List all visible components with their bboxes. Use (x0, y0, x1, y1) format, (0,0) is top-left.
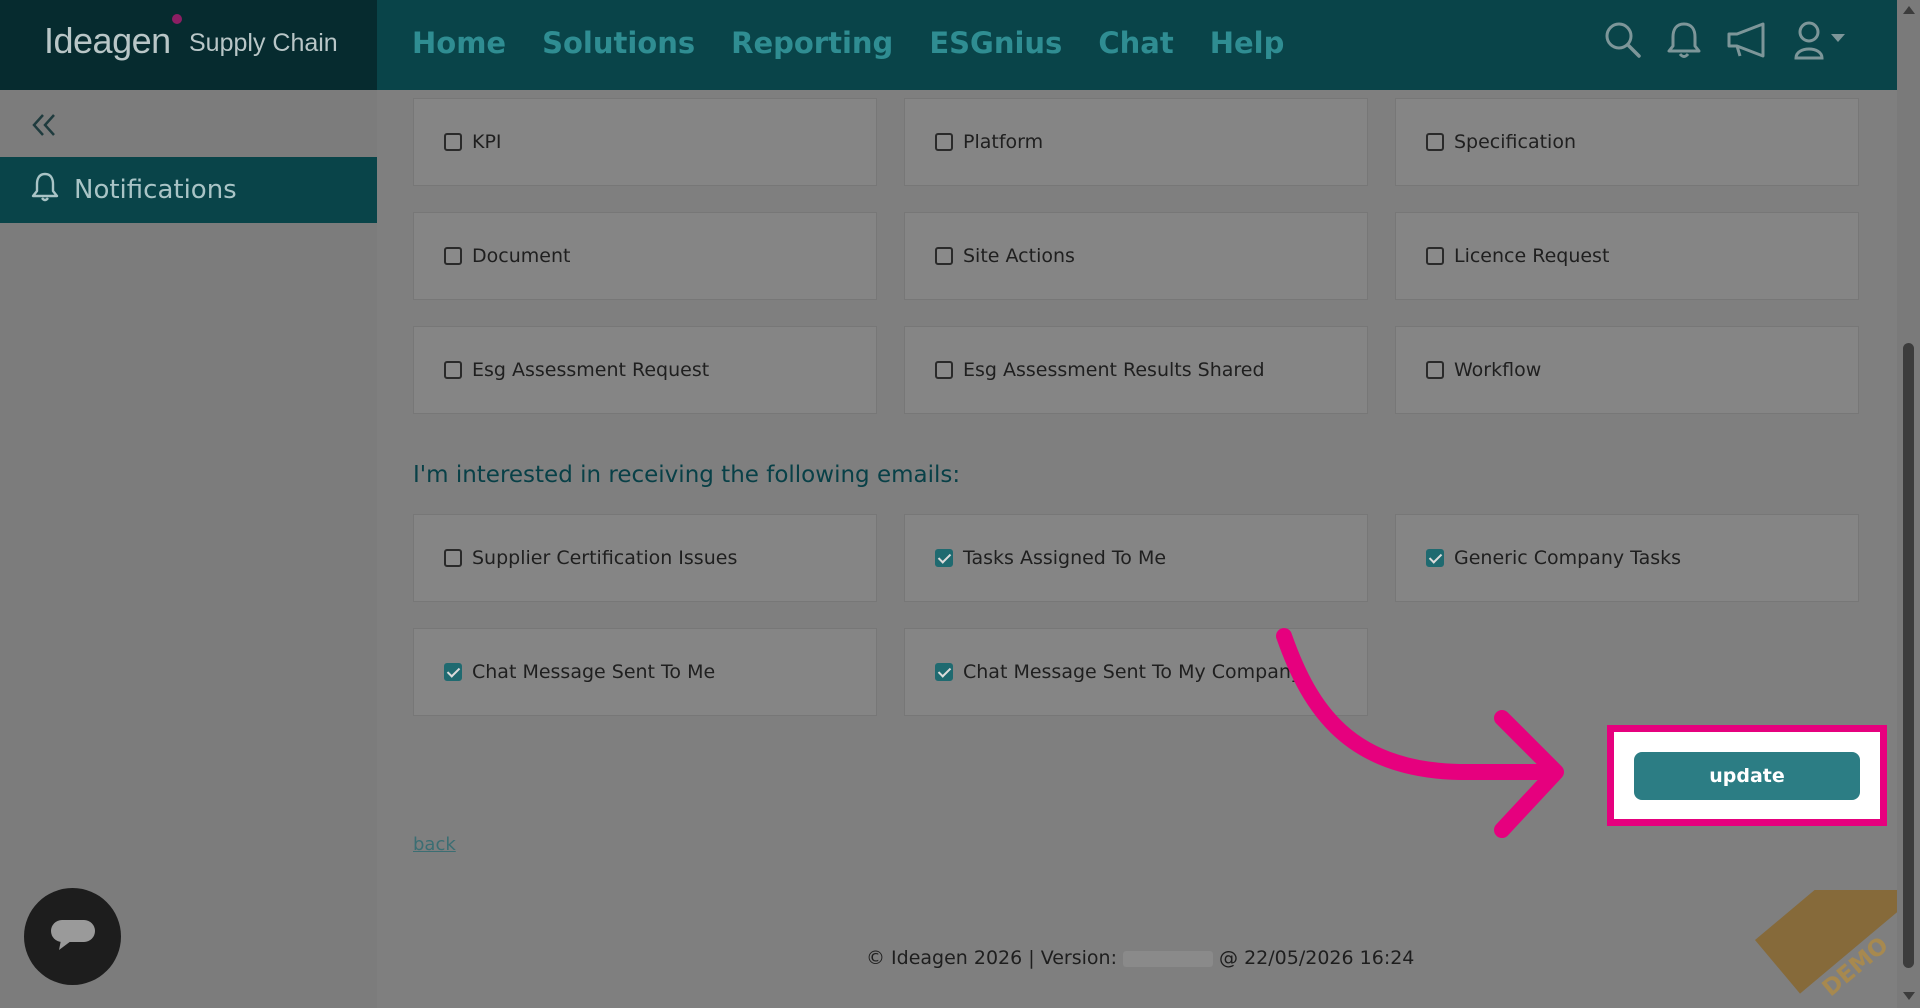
sidebar-item-label: Notifications (74, 175, 237, 205)
checkbox[interactable] (444, 663, 462, 681)
announcements-megaphone-icon[interactable] (1725, 20, 1771, 60)
checkbox-label: Site Actions (963, 245, 1075, 267)
nav-help[interactable]: Help (1210, 26, 1285, 60)
sidebar: Notifications (0, 90, 377, 1008)
checkbox-label: Tasks Assigned To Me (963, 547, 1167, 569)
chat-launcher-button[interactable] (24, 888, 121, 985)
user-menu-icon[interactable] (1793, 20, 1851, 60)
email-option[interactable]: Supplier Certification Issues (413, 514, 877, 602)
checkbox-label: Document (472, 245, 571, 267)
checkbox-label: Esg Assessment Results Shared (963, 359, 1265, 381)
notification-option[interactable]: Document (413, 212, 877, 300)
email-option[interactable]: Tasks Assigned To Me (904, 514, 1368, 602)
checkbox[interactable] (935, 549, 953, 567)
checkbox-label: Supplier Certification Issues (472, 547, 738, 569)
nav-reporting[interactable]: Reporting (731, 26, 893, 60)
notification-option[interactable]: Esg Assessment Results Shared (904, 326, 1368, 414)
nav-esgnius[interactable]: ESGnius (929, 26, 1062, 60)
checkbox-label: Licence Request (1454, 245, 1610, 267)
bell-icon (30, 171, 60, 210)
checkbox-label: Generic Company Tasks (1454, 547, 1682, 569)
nav-solutions[interactable]: Solutions (542, 26, 695, 60)
chat-bubble-icon (49, 918, 97, 956)
checkbox[interactable] (935, 133, 953, 151)
footer-copyright: © Ideagen 2026 | Version: (866, 947, 1124, 969)
sidebar-item-notifications[interactable]: Notifications (0, 157, 377, 223)
checkbox[interactable] (935, 247, 953, 265)
notification-option[interactable]: Site Actions (904, 212, 1368, 300)
annotation-arrow-icon (1276, 628, 1564, 838)
header-icons (1603, 20, 1851, 60)
checkbox[interactable] (1426, 361, 1444, 379)
notification-option[interactable]: Specification (1395, 98, 1859, 186)
checkbox-label: Platform (963, 131, 1044, 153)
checkbox-label: Chat Message Sent To My Company (963, 661, 1303, 683)
demo-watermark: DEMO (1745, 890, 1897, 1008)
checkbox-label: Chat Message Sent To Me (472, 661, 716, 683)
logo-text: Ideagen (44, 20, 171, 61)
checkbox[interactable] (444, 549, 462, 567)
logo-subtitle: Supply Chain (189, 29, 338, 57)
checkbox[interactable] (935, 663, 953, 681)
nav-chat[interactable]: Chat (1098, 26, 1173, 60)
emails-heading: I'm interested in receiving the followin… (413, 462, 961, 488)
notification-option[interactable]: Workflow (1395, 326, 1859, 414)
update-button[interactable]: update (1634, 752, 1860, 800)
nav-home[interactable]: Home (412, 26, 506, 60)
checkbox[interactable] (935, 361, 953, 379)
back-link[interactable]: back (413, 834, 456, 855)
version-redacted (1123, 950, 1214, 967)
collapse-sidebar-icon[interactable] (30, 112, 60, 142)
scrollbar-thumb[interactable] (1903, 343, 1914, 968)
notification-option[interactable]: KPI (413, 98, 877, 186)
checkbox-label: KPI (472, 131, 502, 153)
page-scrollbar[interactable] (1897, 0, 1920, 1008)
scroll-down-icon[interactable] (1903, 992, 1915, 1000)
footer: © Ideagen 2026 | Version: @ 22/05/2026 1… (866, 947, 1414, 969)
search-icon[interactable] (1603, 20, 1643, 60)
checkbox-label: Esg Assessment Request (472, 359, 710, 381)
checkbox[interactable] (444, 133, 462, 151)
checkbox[interactable] (444, 247, 462, 265)
logo-mark-icon (172, 14, 182, 24)
checkbox[interactable] (1426, 133, 1444, 151)
notification-option[interactable]: Esg Assessment Request (413, 326, 877, 414)
checkbox[interactable] (1426, 549, 1444, 567)
top-navigation-bar: Ideagen Supply Chain Home Solutions Repo… (0, 0, 1897, 90)
email-option[interactable]: Chat Message Sent To Me (413, 628, 877, 716)
notification-option[interactable]: Licence Request (1395, 212, 1859, 300)
logo[interactable]: Ideagen Supply Chain (0, 0, 377, 90)
scroll-up-icon[interactable] (1903, 6, 1915, 14)
checkbox[interactable] (1426, 247, 1444, 265)
checkbox[interactable] (444, 361, 462, 379)
notifications-bell-icon[interactable] (1665, 20, 1703, 60)
footer-timestamp: @ 22/05/2026 16:24 (1213, 947, 1415, 969)
main-nav: Home Solutions Reporting ESGnius Chat He… (412, 26, 1284, 60)
checkbox-label: Specification (1454, 131, 1576, 153)
email-option[interactable]: Generic Company Tasks (1395, 514, 1859, 602)
notification-option[interactable]: Platform (904, 98, 1368, 186)
checkbox-label: Workflow (1454, 359, 1542, 381)
